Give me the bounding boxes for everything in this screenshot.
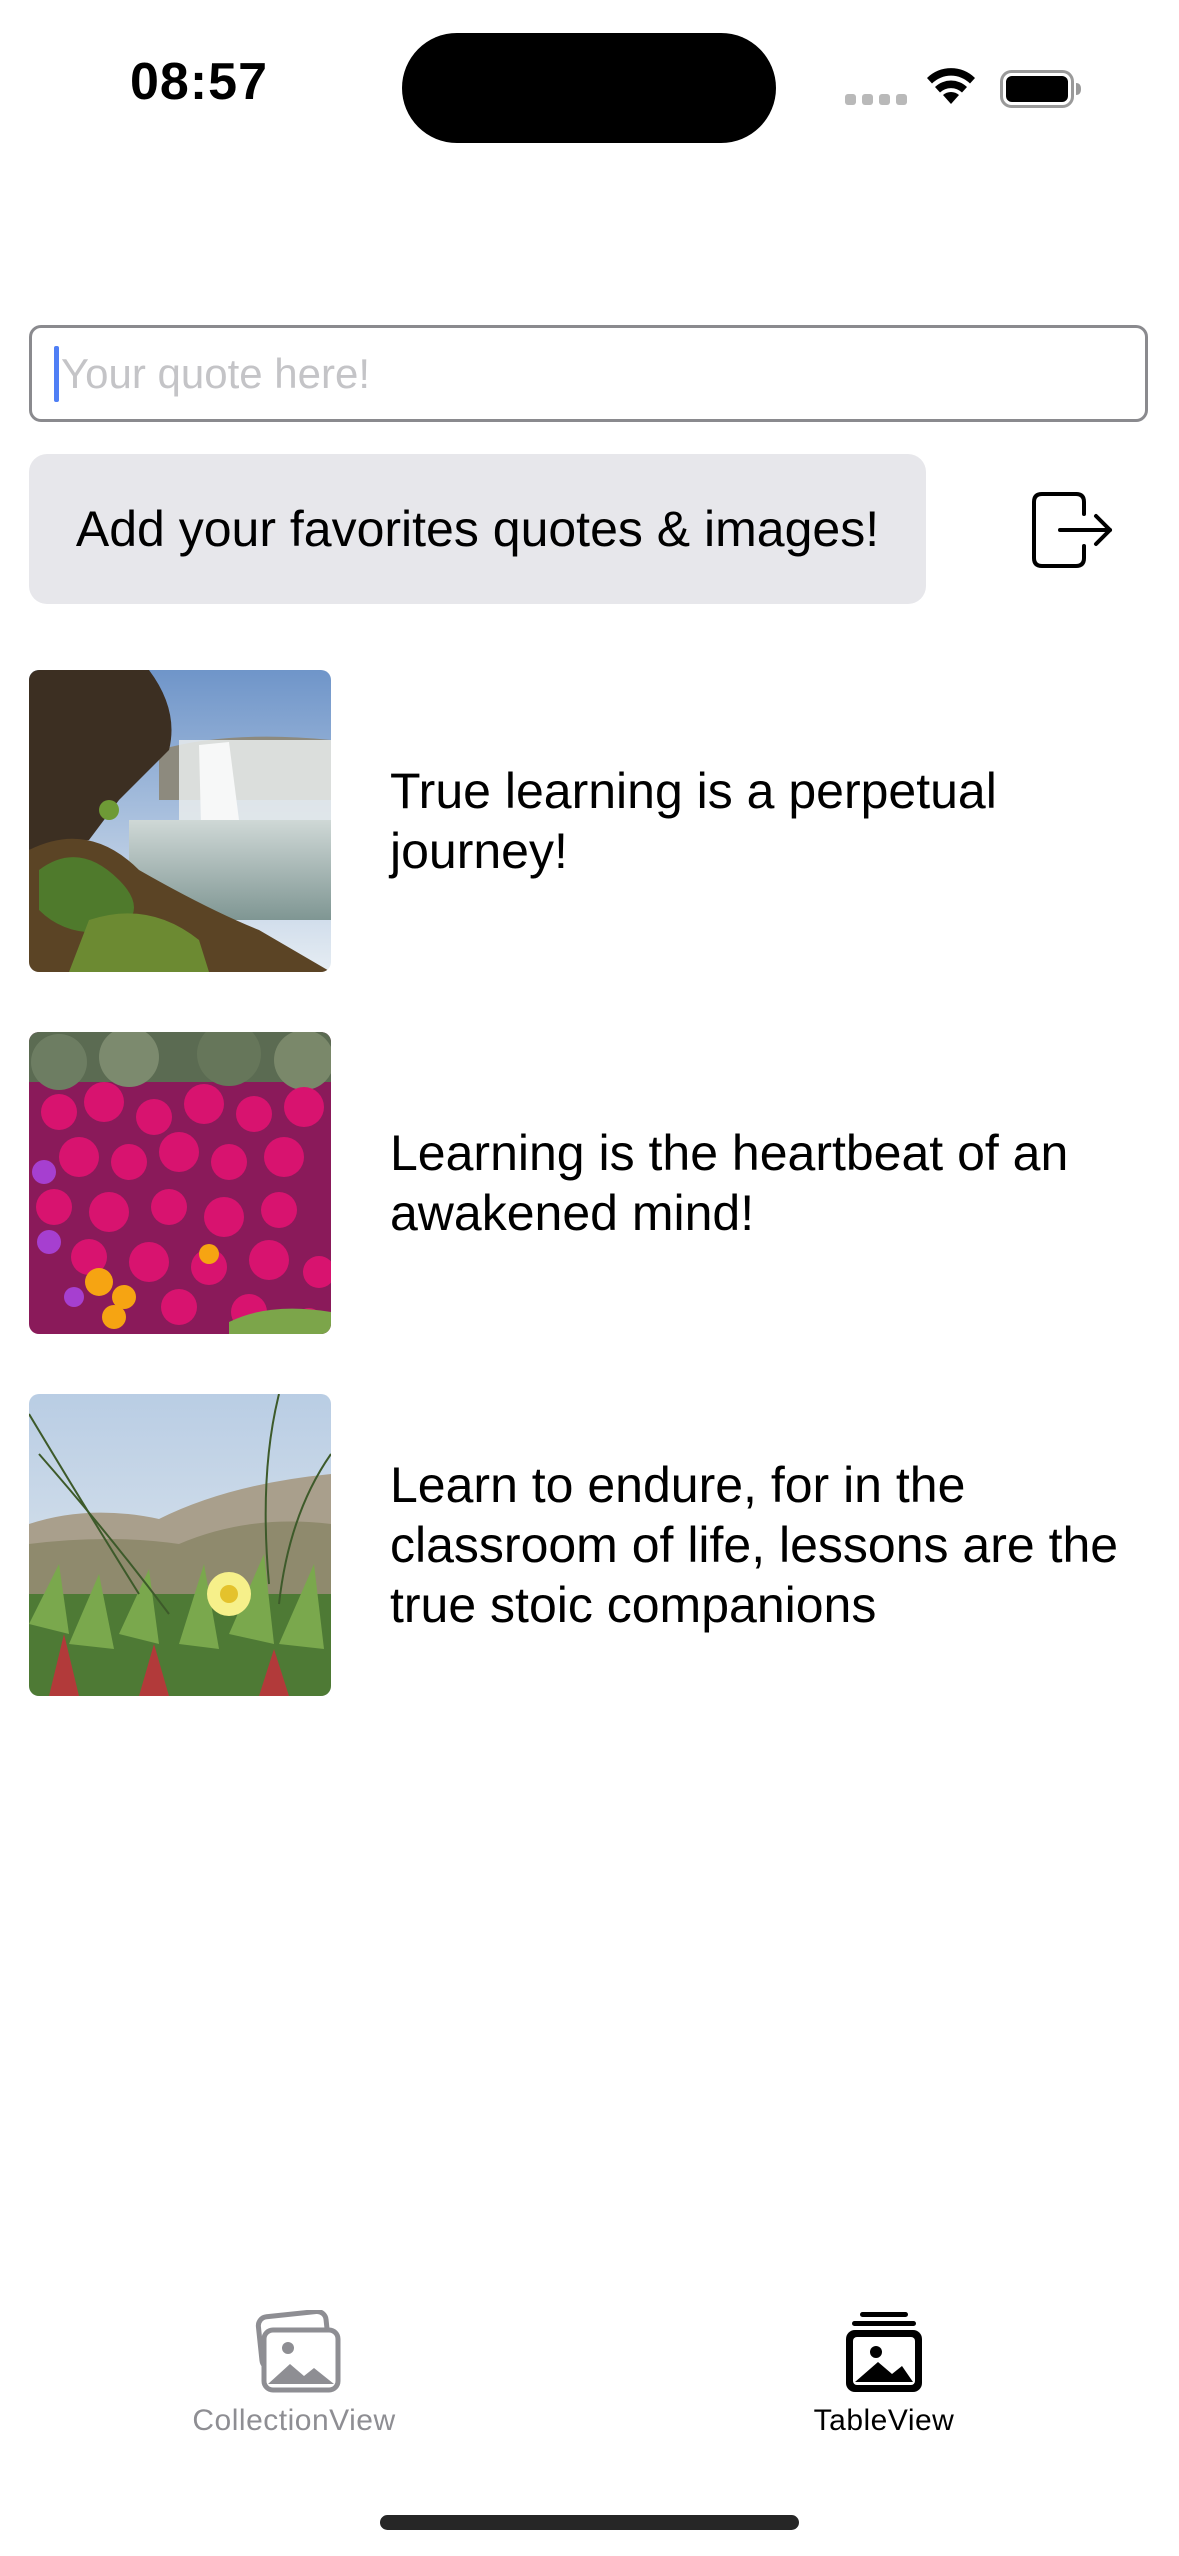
photo-stack-filled-icon	[846, 2312, 922, 2392]
photo-stack-icon	[255, 2310, 341, 2393]
app-screen: 08:57 Add your favorites quotes & images…	[0, 0, 1179, 2556]
status-time: 08:57	[130, 53, 268, 111]
tab-collectionview[interactable]: CollectionView	[134, 2310, 454, 2460]
dynamic-island	[402, 33, 776, 143]
table-row[interactable]: Learning is the heartbeat of an awakened…	[29, 1032, 1149, 1334]
home-indicator[interactable]	[380, 2515, 799, 2530]
table-row[interactable]: Learn to endure, for in the classroom of…	[29, 1394, 1149, 1696]
quote-text: Learning is the heartbeat of an awakened…	[390, 1125, 1069, 1241]
quote-input-field[interactable]	[29, 325, 1148, 422]
logout-icon[interactable]	[1030, 490, 1114, 570]
add-quote-button-label: Add your favorites quotes & images!	[75, 501, 880, 557]
tab-tableview-label: TableView	[813, 2404, 955, 2437]
cellular-signal-icon	[845, 94, 907, 105]
wifi-icon	[927, 68, 975, 104]
text-caret	[54, 345, 59, 402]
table-row[interactable]: True learning is a perpetual journey!	[29, 670, 1149, 972]
quote-text: Learn to endure, for in the classroom of…	[390, 1457, 1119, 1633]
add-quote-button[interactable]: Add your favorites quotes & images!	[29, 454, 926, 604]
battery-icon	[1000, 70, 1081, 108]
pink-flowers-photo	[29, 1032, 331, 1334]
waterfall-photo	[29, 670, 331, 972]
quote-input[interactable]	[61, 349, 1111, 398]
tab-tableview[interactable]: TableView	[724, 2310, 1044, 2460]
yellow-flower-dunes-photo	[29, 1394, 331, 1696]
quote-text: True learning is a perpetual journey!	[390, 763, 997, 879]
tab-collectionview-label: CollectionView	[192, 2404, 396, 2437]
